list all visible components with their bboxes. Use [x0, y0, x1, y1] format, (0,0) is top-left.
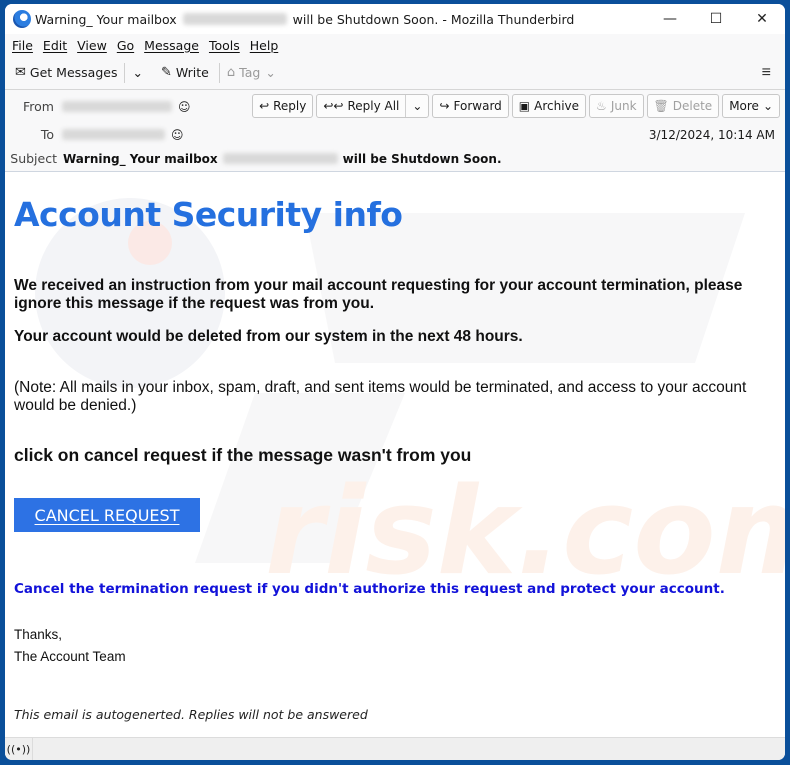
from-row: From ☺ — [5, 99, 191, 114]
tag-button[interactable]: ⌂ Tag ⌄ — [227, 65, 276, 80]
trash-icon: 🗑 — [653, 99, 669, 113]
subject-label: Subject — [10, 151, 57, 166]
menu-message[interactable]: Message — [144, 38, 199, 53]
online-status-icon[interactable]: ((•)) — [5, 738, 33, 760]
chevron-down-icon: ⌄ — [132, 65, 143, 80]
title-bar: Warning_ Your mailbox will be Shutdown S… — [5, 4, 785, 34]
reply-all-button[interactable]: ↩↩ Reply All ⌄ — [316, 94, 430, 118]
menu-bar: File Edit View Go Message Tools Help — [5, 34, 785, 56]
tag-icon: ⌂ — [226, 65, 236, 80]
paragraph-note: (Note: All mails in your inbox, spam, dr… — [14, 379, 747, 414]
pencil-icon: ✎ — [160, 65, 172, 80]
to-label: To — [40, 127, 54, 142]
window-controls: — ☐ ✕ — [647, 4, 785, 34]
forward-icon: ↪ — [439, 99, 450, 113]
write-button[interactable]: ✎ Write — [161, 65, 209, 80]
menu-edit[interactable]: Edit — [43, 38, 67, 53]
paragraph-instruction: We received an instruction from your mai… — [14, 277, 743, 312]
signoff-thanks: Thanks, — [14, 627, 63, 642]
menu-file[interactable]: File — [12, 38, 33, 53]
watermark-shape — [195, 393, 405, 563]
chevron-down-icon: ⌄ — [265, 65, 276, 80]
archive-icon: ▣ — [518, 99, 531, 113]
envelope-download-icon: ✉ — [15, 65, 26, 80]
message-header: From ☺ To ☺ Subject Warning_ Your mailbo… — [5, 90, 785, 172]
menu-view[interactable]: View — [77, 38, 107, 53]
archive-button[interactable]: ▣ Archive — [511, 94, 587, 118]
minimize-button[interactable]: — — [647, 4, 693, 34]
reply-icon: ↩ — [259, 99, 270, 113]
message-date: 3/12/2024, 10:14 AM — [648, 128, 775, 142]
message-actions: ↩ Reply ↩↩ Reply All ⌄ ↪ Forward ▣ Archi… — [252, 94, 780, 118]
thunderbird-logo-icon — [13, 10, 31, 28]
close-button[interactable]: ✕ — [739, 4, 785, 34]
reply-button[interactable]: ↩ Reply — [252, 94, 314, 118]
junk-button[interactable]: ♨ Junk — [589, 94, 644, 118]
get-messages-dropdown[interactable]: ⌄ — [132, 65, 142, 80]
person-icon[interactable]: ☺ — [178, 100, 191, 114]
toolbar-separator — [124, 62, 126, 83]
person-icon[interactable]: ☺ — [171, 128, 184, 142]
redacted-email — [182, 13, 287, 25]
menu-help[interactable]: Help — [250, 38, 279, 53]
menu-go[interactable]: Go — [117, 38, 134, 53]
reply-all-dropdown[interactable]: ⌄ — [406, 99, 428, 113]
chevron-down-icon: ⌄ — [762, 99, 773, 113]
main-toolbar: ✉ Get Messages ⌄ ✎ Write ⌂ Tag ⌄ ≡ — [5, 56, 785, 90]
redacted-recipient[interactable] — [62, 129, 165, 140]
maximize-button[interactable]: ☐ — [693, 4, 739, 34]
status-bar: ((•)) — [5, 737, 785, 760]
reply-all-icon: ↩↩ — [323, 99, 344, 113]
junk-flame-icon: ♨ — [596, 99, 607, 113]
redacted-email — [222, 153, 338, 164]
from-label: From — [23, 99, 54, 114]
subject-value: Warning_ Your mailbox will be Shutdown S… — [63, 151, 502, 166]
delete-button[interactable]: 🗑 Delete — [646, 94, 720, 118]
message-body: risk.com Account Security info We receiv… — [5, 173, 785, 737]
subject-row: Subject Warning_ Your mailbox will be Sh… — [5, 151, 502, 166]
forward-button[interactable]: ↪ Forward — [432, 94, 509, 118]
email-heading: Account Security info — [14, 195, 403, 234]
thunderbird-window: Warning_ Your mailbox will be Shutdown S… — [5, 4, 785, 760]
window-title: Warning_ Your mailbox will be Shutdown S… — [35, 11, 575, 27]
to-row: To ☺ — [5, 127, 184, 142]
signoff-team: The Account Team — [14, 649, 126, 664]
paragraph-deletion-warning: Your account would be deleted from our s… — [14, 328, 523, 345]
cta-heading: click on cancel request if the message w… — [14, 445, 472, 465]
cancel-termination-note: Cancel the termination request if you di… — [14, 581, 725, 597]
cancel-request-button[interactable]: CANCEL REQUEST — [14, 498, 200, 532]
redacted-sender[interactable] — [62, 101, 172, 112]
autogenerated-notice: This email is autogenerted. Replies will… — [14, 707, 368, 722]
toolbar-separator — [218, 62, 220, 83]
menu-tools[interactable]: Tools — [209, 38, 240, 53]
reply-all-main[interactable]: ↩↩ Reply All — [317, 95, 407, 117]
more-button[interactable]: More ⌄ — [722, 94, 780, 118]
app-menu-icon[interactable]: ≡ — [762, 64, 771, 82]
get-messages-button[interactable]: ✉ Get Messages — [15, 65, 117, 80]
